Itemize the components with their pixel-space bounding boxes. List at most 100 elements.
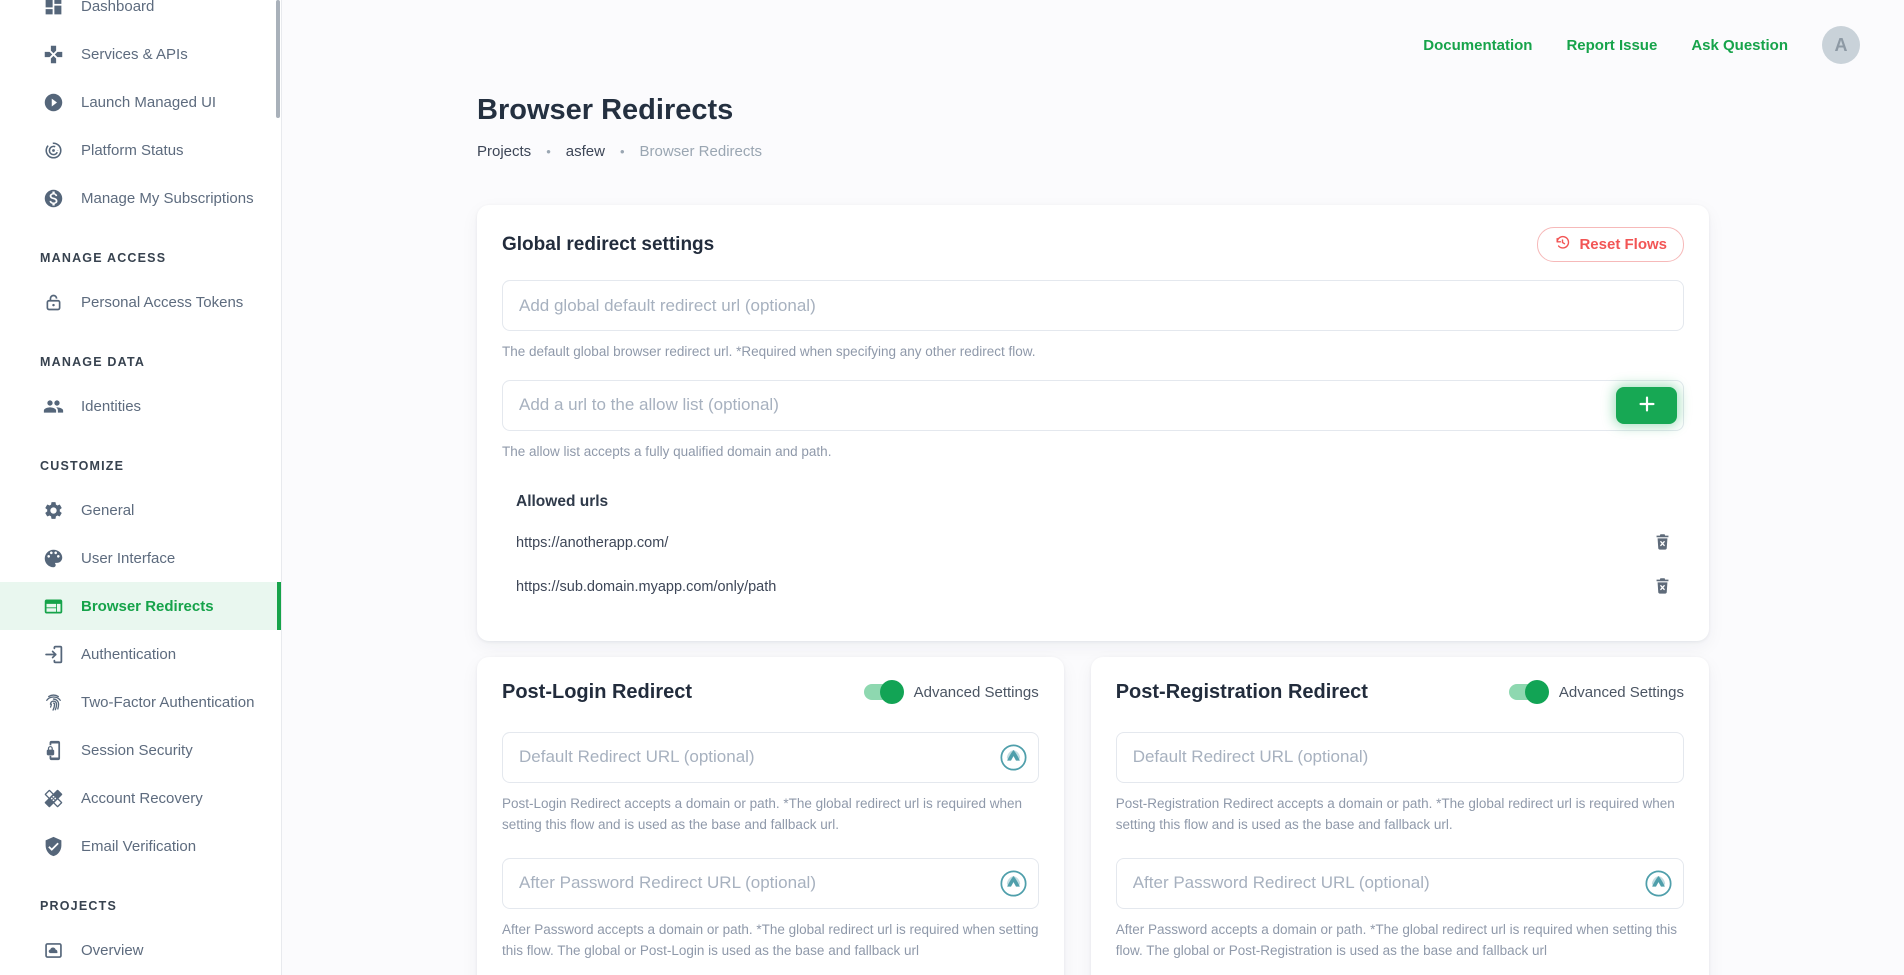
sidebar-item-user-interface[interactable]: User Interface <box>0 534 281 582</box>
sidebar-item-label: General <box>81 502 134 519</box>
sidebar-section-header-projects: PROJECTS <box>0 886 281 926</box>
delete-url-button[interactable] <box>1653 532 1672 554</box>
bandage-icon <box>42 787 64 809</box>
sidebar-item-identities[interactable]: Identities <box>0 382 281 430</box>
flow-input-wrap <box>502 732 1039 783</box>
sidebar-item-two-factor-authentication[interactable]: Two-Factor Authentication <box>0 678 281 726</box>
sidebar-item-label: Services & APIs <box>81 46 188 63</box>
advanced-settings-toggle-group: Advanced Settings <box>1509 684 1684 701</box>
sidebar-item-label: Email Verification <box>81 838 196 855</box>
dollar-circle-icon <box>42 187 64 209</box>
sidebar-item-email-verification[interactable]: Email Verification <box>0 822 281 870</box>
reset-flows-label: Reset Flows <box>1579 236 1667 253</box>
sidebar-item-label: Session Security <box>81 742 193 759</box>
sidebar-item-label: Platform Status <box>81 142 184 159</box>
advanced-settings-label: Advanced Settings <box>914 684 1039 701</box>
sidebar-section-header-manage-data: MANAGE DATA <box>0 342 281 382</box>
flow-url-input[interactable] <box>502 858 1039 909</box>
advanced-settings-toggle[interactable] <box>864 684 902 700</box>
breadcrumb-item-asfew[interactable]: asfew <box>566 143 605 160</box>
flow-card-title: Post-Registration Redirect <box>1116 681 1368 704</box>
flow-card-header: Post-Login Redirect Advanced Settings <box>502 681 1039 704</box>
sidebar-item-browser-redirects[interactable]: Browser Redirects <box>0 582 281 630</box>
sidebar-item-label: User Interface <box>81 550 175 567</box>
content: Browser Redirects Projects • asfew • Browser… <box>477 94 1709 975</box>
global-default-url-input[interactable] <box>502 280 1684 331</box>
nav-link-documentation[interactable]: Documentation <box>1423 37 1532 54</box>
sidebar-item-label: Browser Redirects <box>81 598 214 615</box>
plus-icon <box>1636 393 1658 418</box>
flow-url-input[interactable] <box>1116 732 1684 783</box>
flow-cards-row: Post-Login RedirectAdvanced SettingsPost… <box>477 657 1709 975</box>
sidebar-item-personal-access-tokens[interactable]: Personal Access Tokens <box>0 278 281 326</box>
main-area: Documentation Report Issue Ask Question A B… <box>282 0 1904 975</box>
sidebar-item-label: Authentication <box>81 646 176 663</box>
global-card-header: Global redirect settings Reset Flows <box>502 227 1684 262</box>
nav-link-ask-question[interactable]: Ask Question <box>1691 37 1788 54</box>
breadcrumb-item-browser-redirects: Browser Redirects <box>640 143 763 160</box>
flow-card-title: Post-Login Redirect <box>502 681 692 704</box>
sidebar-item-label: Personal Access Tokens <box>81 294 243 311</box>
post-registration-redirect-card: Post-Registration Redirect Advanced Setti… <box>1091 657 1709 975</box>
allowed-url-row: https://sub.domain.myapp.com/only/path <box>516 575 1684 599</box>
status-radar-icon <box>42 139 64 161</box>
palette-icon <box>42 547 64 569</box>
lock-icon <box>42 291 64 313</box>
sidebar-scrollbar-thumb[interactable] <box>276 0 280 118</box>
sidebar-item-label: Two-Factor Authentication <box>81 694 254 711</box>
flow-url-input[interactable] <box>1116 858 1684 909</box>
browser-window-icon <box>42 595 64 617</box>
play-circle-icon <box>42 91 64 113</box>
password-extension-icon <box>1645 870 1672 897</box>
delete-url-button[interactable] <box>1653 576 1672 598</box>
sidebar-section-header-manage-access: MANAGE ACCESS <box>0 238 281 278</box>
flow-input-help: After Password accepts a domain or path.… <box>1116 920 1684 962</box>
flow-url-input[interactable] <box>502 732 1039 783</box>
sidebar-item-label: Account Recovery <box>81 790 203 807</box>
avatar[interactable]: A <box>1822 26 1860 64</box>
toggle-knob <box>1525 680 1549 704</box>
global-redirect-settings-card: Global redirect settings Reset Flows The… <box>477 205 1709 641</box>
nav-link-report-issue[interactable]: Report Issue <box>1566 37 1657 54</box>
sidebar-item-general[interactable]: General <box>0 486 281 534</box>
flow-input-help: After Password accepts a domain or path.… <box>502 920 1039 962</box>
trash-icon <box>1653 576 1672 598</box>
reset-flows-button[interactable]: Reset Flows <box>1537 227 1684 262</box>
allowed-url-row: https://anotherapp.com/ <box>516 531 1684 555</box>
toggle-knob <box>880 680 904 704</box>
breadcrumb: Projects • asfew • Browser Redirects <box>477 143 1709 160</box>
sidebar-item-overview[interactable]: Overview <box>0 926 281 974</box>
trash-icon <box>1653 532 1672 554</box>
flow-input-help: Post-Registration Redirect accepts a dom… <box>1116 794 1684 836</box>
sidebar-item-authentication[interactable]: Authentication <box>0 630 281 678</box>
sidebar-item-launch-managed-ui[interactable]: Launch Managed UI <box>0 78 281 126</box>
flow-input-wrap <box>1116 732 1684 783</box>
breadcrumb-separator: • <box>546 144 551 159</box>
gear-icon <box>42 499 64 521</box>
add-allow-url-button[interactable] <box>1616 387 1677 424</box>
advanced-settings-toggle[interactable] <box>1509 684 1547 700</box>
sidebar-item-session-security[interactable]: Session Security <box>0 726 281 774</box>
flow-input-help: Post-Login Redirect accepts a domain or … <box>502 794 1039 836</box>
sidebar-item-label: Dashboard <box>81 0 154 15</box>
breadcrumb-item-projects[interactable]: Projects <box>477 143 531 160</box>
global-default-url-help: The default global browser redirect url.… <box>502 342 1684 363</box>
top-nav: Documentation Report Issue Ask Question A <box>282 0 1904 64</box>
post-login-redirect-card: Post-Login RedirectAdvanced SettingsPost… <box>477 657 1064 975</box>
advanced-settings-toggle-group: Advanced Settings <box>864 684 1039 701</box>
people-icon <box>42 395 64 417</box>
sidebar-item-account-recovery[interactable]: Account Recovery <box>0 774 281 822</box>
sidebar-section-header-customize: CUSTOMIZE <box>0 446 281 486</box>
sidebar-item-dashboard[interactable]: Dashboard <box>0 0 281 30</box>
sidebar-item-manage-my-subscriptions[interactable]: Manage My Subscriptions <box>0 174 281 222</box>
breadcrumb-separator: • <box>620 144 625 159</box>
allowed-urls-list: https://anotherapp.com/https://sub.domai… <box>516 531 1684 599</box>
sidebar-nav: Dashboard Services & APIs Launch Managed U… <box>0 0 281 974</box>
allow-list-url-input[interactable] <box>502 380 1684 431</box>
shield-check-icon <box>42 835 64 857</box>
flow-input-wrap <box>1116 858 1684 909</box>
sidebar-item-services-apis[interactable]: Services & APIs <box>0 30 281 78</box>
login-icon <box>42 643 64 665</box>
sidebar-item-platform-status[interactable]: Platform Status <box>0 126 281 174</box>
flow-input-wrap <box>502 858 1039 909</box>
